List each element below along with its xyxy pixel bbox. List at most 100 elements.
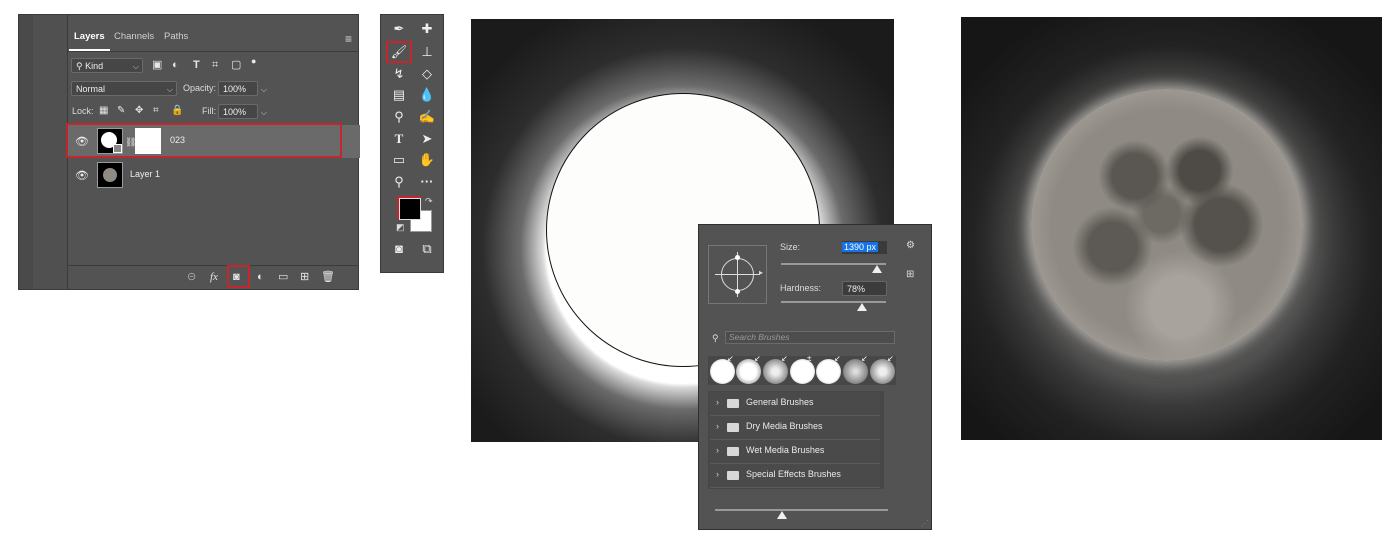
folder-icon [727,399,739,408]
panel-dock-column [33,15,68,289]
layers-panel: Layers Channels Paths ≡ ⚲ Kind ⌵ ▣ ◐ T ⌗… [18,14,360,290]
tab-layers[interactable]: Layers [69,25,110,51]
clone-stamp-icon[interactable]: ⊥ [416,42,438,62]
type-filter-icon[interactable]: T [193,59,200,71]
path-select-icon[interactable]: ➤ [416,129,438,149]
blur-icon[interactable]: 💧 [416,85,438,105]
more-tools-icon[interactable]: ··· [416,172,438,192]
thumbnail-size-slider-track[interactable] [715,509,888,511]
link-icon[interactable]: ⊝ [187,271,196,283]
foreground-color-swatch[interactable] [399,198,421,220]
filter-toggle-icon[interactable]: ● [251,55,256,67]
resize-grip-icon[interactable]: ⋰ [921,519,929,528]
layer-thumbnail [97,162,123,188]
fill-value: 100% [223,107,247,117]
tab-channels[interactable]: Channels [109,25,159,49]
folder-icon [727,423,739,432]
size-label: Size: [780,242,801,252]
lock-transparent-icon[interactable]: ▦ [99,105,108,117]
type-icon[interactable]: T [388,129,410,149]
chevron-right-icon: › [716,421,719,431]
eye-icon[interactable]: 👁 [75,169,89,182]
brush-group-wet-media[interactable]: › Wet Media Brushes [710,440,880,464]
panel-collapse-strip[interactable] [19,15,34,289]
zoom-icon[interactable]: ⚲ [388,172,410,192]
brush-group-special-effects[interactable]: › Special Effects Brushes [710,464,880,488]
trash-icon[interactable]: 🗑 [321,271,335,283]
chevron-down-icon: ⌵ [132,62,139,71]
filter-kind-select[interactable]: ⚲ Kind ⌵ [71,58,143,73]
brush-group-general[interactable]: › General Brushes [710,392,880,416]
blend-mode-select[interactable]: Normal ⌵ [71,81,177,96]
search-icon: ⚲ [712,333,719,343]
pixel-filter-icon[interactable]: ▣ [152,59,162,71]
chevron-right-icon: › [716,397,719,407]
size-slider-thumb[interactable] [872,265,882,273]
chevron-right-icon: › [716,469,719,479]
smart-object-filter-icon[interactable]: ▢ [231,59,241,71]
brush-group-label: Dry Media Brushes [746,421,823,431]
pressure-arrow-icon: ↙ [781,354,788,363]
search-icon: ⚲ [76,61,83,71]
brush-group-label: Wet Media Brushes [746,445,825,455]
preview-arrow-icon[interactable]: ▸ [759,268,763,277]
thumbnail-size-slider-thumb[interactable] [777,511,787,519]
size-slider-track[interactable] [781,263,886,265]
healing-brush-icon[interactable]: ✚ [416,19,438,39]
eraser-icon[interactable]: ◇ [416,64,438,84]
blend-mode-value: Normal [76,84,106,94]
adjustment-filter-icon[interactable]: ◐ [172,59,179,71]
filter-kind-label: Kind [85,61,104,71]
rectangle-icon[interactable]: ▭ [388,150,410,170]
tab-paths[interactable]: Paths [159,25,193,49]
hardness-label: Hardness: [780,283,822,293]
quick-mask-icon[interactable]: ◙ [388,239,410,259]
pressure-arrow-icon: ↙ [834,354,841,363]
moon-image [1031,89,1303,361]
screen-mode-icon[interactable]: ⧉ [416,239,438,259]
panel-tabs: Layers Channels Paths ≡ [67,25,358,52]
pressure-arrow-icon: ↙ [754,354,761,363]
chevron-down-icon: ⌵ [260,85,267,94]
hardness-slider-thumb[interactable] [857,303,867,311]
hardness-input[interactable]: 78% [842,281,887,296]
fx-icon[interactable]: fx [210,271,218,283]
brush-group-label: Special Effects Brushes [746,469,841,479]
brush-group-dry-media[interactable]: › Dry Media Brushes [710,416,880,440]
search-brushes-input[interactable]: Search Brushes [725,331,895,344]
dodge-icon[interactable]: ⚲ [388,107,410,127]
new-preset-icon[interactable]: ⊞ [906,269,914,280]
lock-position-icon[interactable]: ✥ [135,105,143,117]
fill-input[interactable]: 100% ⌵ [218,104,267,119]
shape-filter-icon[interactable]: ⌗ [212,59,218,71]
history-brush-icon[interactable]: ↯ [388,64,410,84]
hardness-value: 78% [847,284,866,294]
folder-icon [727,447,739,456]
default-colors-icon[interactable]: ◩ [396,222,405,233]
size-value: 1390 px [842,242,879,252]
opacity-input[interactable]: 100% ⌵ [218,81,267,96]
layer-name[interactable]: Layer 1 [130,169,160,179]
new-layer-icon[interactable]: ⊞ [300,271,309,283]
swap-colors-icon[interactable]: ↷ [425,196,433,207]
lock-all-icon[interactable]: 🔒 [171,105,183,117]
size-input[interactable]: 1390 px [842,241,887,254]
lock-pixels-icon[interactable]: ✎ [117,105,125,117]
search-placeholder: Search Brushes [729,332,790,342]
group-folder-icon[interactable]: ▭ [278,271,288,283]
hardness-slider-track[interactable] [781,301,886,303]
layers-bottom-bar: ⊝ fx ◙ ◐ ▭ ⊞ 🗑 [67,265,358,290]
pen-icon[interactable]: ✍ [416,107,438,127]
eyedropper-icon[interactable]: ✒ [388,19,410,39]
panel-menu-icon[interactable]: ≡ [345,32,352,46]
pressure-arrow-icon: ↙ [727,354,734,363]
brush-group-label: General Brushes [746,397,814,407]
gear-icon[interactable]: ⚙ [906,240,915,251]
hand-icon[interactable]: ✋ [416,150,438,170]
canvas-moon-result[interactable] [961,17,1382,440]
adjustment-icon[interactable]: ◐ [257,271,264,283]
gradient-icon[interactable]: ▤ [388,85,410,105]
lock-artboard-icon[interactable]: ⌗ [153,105,159,117]
fx-label: fx [210,271,218,283]
layer-row[interactable]: 👁 Layer 1 [67,159,360,192]
